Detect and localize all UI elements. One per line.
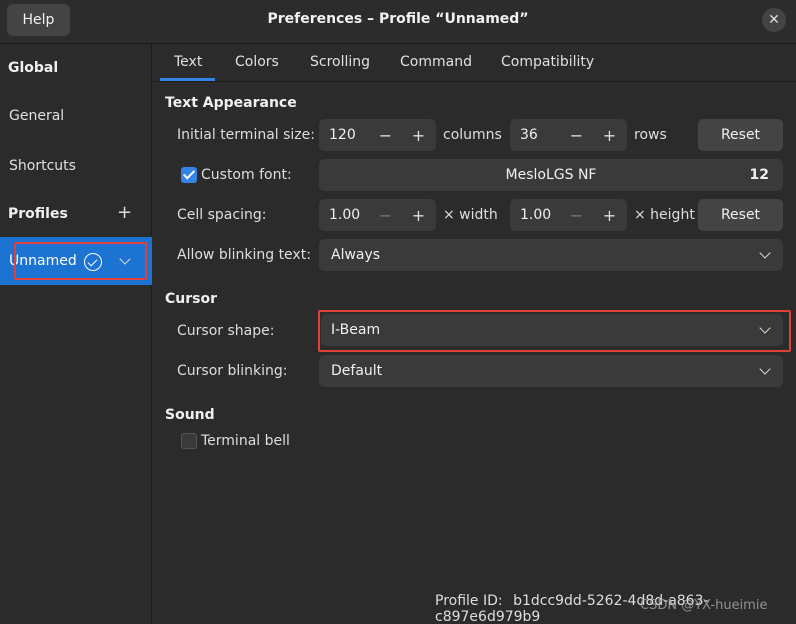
profiles-heading: Profiles (8, 206, 68, 222)
sidebar: Global General Shortcuts Profiles + Unna… (0, 44, 152, 624)
rows-decrement-button[interactable]: − (560, 119, 593, 151)
terminal-bell-label: Terminal bell (201, 433, 290, 449)
terminal-bell-checkbox[interactable] (181, 433, 197, 449)
tab-command[interactable]: Command (400, 54, 472, 70)
rows-stepper[interactable]: 36 − + (510, 119, 627, 151)
width-unit-label: × width (443, 207, 498, 223)
add-profile-button[interactable]: + (117, 202, 132, 223)
columns-value[interactable]: 120 (329, 127, 356, 143)
cursor-shape-label: Cursor shape: (177, 323, 275, 339)
custom-font-label: Custom font: (201, 167, 292, 183)
chevron-down-icon (759, 247, 771, 259)
tab-colors[interactable]: Colors (235, 54, 279, 70)
width-spacing-value[interactable]: 1.00 (329, 207, 360, 223)
blinking-text-label: Allow blinking text: (177, 247, 311, 263)
cursor-blinking-dropdown[interactable]: Default (319, 355, 783, 387)
width-decrement-button[interactable]: − (369, 199, 402, 231)
profile-id-label: Profile ID: (435, 593, 503, 609)
active-tab-indicator (160, 78, 215, 81)
rows-increment-button[interactable]: + (593, 119, 626, 151)
rows-value[interactable]: 36 (520, 127, 538, 143)
reset-spacing-button[interactable]: Reset (698, 199, 783, 231)
height-spacing-stepper[interactable]: 1.00 − + (510, 199, 627, 231)
cursor-shape-highlight-box (318, 310, 791, 352)
sound-heading: Sound (165, 407, 215, 423)
height-spacing-value[interactable]: 1.00 (520, 207, 551, 223)
width-increment-button[interactable]: + (402, 199, 435, 231)
cell-spacing-label: Cell spacing: (177, 207, 267, 223)
profile-highlight-box (14, 242, 147, 280)
columns-decrement-button[interactable]: − (369, 119, 402, 151)
reset-size-button[interactable]: Reset (698, 119, 783, 151)
tab-scrolling[interactable]: Scrolling (310, 54, 370, 70)
height-unit-label: × height (634, 207, 695, 223)
columns-unit-label: columns (443, 127, 502, 143)
text-appearance-heading: Text Appearance (165, 95, 297, 111)
height-decrement-button[interactable]: − (560, 199, 593, 231)
height-increment-button[interactable]: + (593, 199, 626, 231)
tab-text[interactable]: Text (174, 54, 202, 70)
width-spacing-stepper[interactable]: 1.00 − + (319, 199, 436, 231)
global-heading: Global (8, 60, 59, 76)
sidebar-item-general[interactable]: General (9, 108, 64, 124)
tab-bar: Text Colors Scrolling Command Compatibil… (153, 44, 796, 82)
cursor-blinking-value: Default (331, 363, 383, 379)
watermark: CSDN @YX-hueimie (640, 598, 768, 613)
tab-compatibility[interactable]: Compatibility (501, 54, 594, 70)
cursor-heading: Cursor (165, 291, 218, 307)
chevron-down-icon (759, 363, 771, 375)
custom-font-checkbox[interactable] (181, 167, 197, 183)
sidebar-item-shortcuts[interactable]: Shortcuts (9, 158, 76, 174)
font-size: 12 (749, 167, 769, 183)
cursor-blinking-label: Cursor blinking: (177, 363, 288, 379)
title-bar: Help Preferences – Profile “Unnamed” ✕ (0, 0, 796, 44)
close-icon: ✕ (768, 12, 780, 28)
font-picker-button[interactable]: MesloLGS NF 12 (319, 159, 783, 191)
window-title: Preferences – Profile “Unnamed” (267, 11, 529, 27)
plus-icon: + (117, 202, 133, 223)
columns-stepper[interactable]: 120 − + (319, 119, 436, 151)
terminal-size-label: Initial terminal size: (177, 127, 315, 143)
rows-unit-label: rows (634, 127, 667, 143)
blinking-text-value: Always (331, 247, 381, 263)
font-name: MesloLGS NF (505, 167, 597, 183)
blinking-text-dropdown[interactable]: Always (319, 239, 783, 271)
columns-increment-button[interactable]: + (402, 119, 435, 151)
close-button[interactable]: ✕ (762, 8, 786, 32)
